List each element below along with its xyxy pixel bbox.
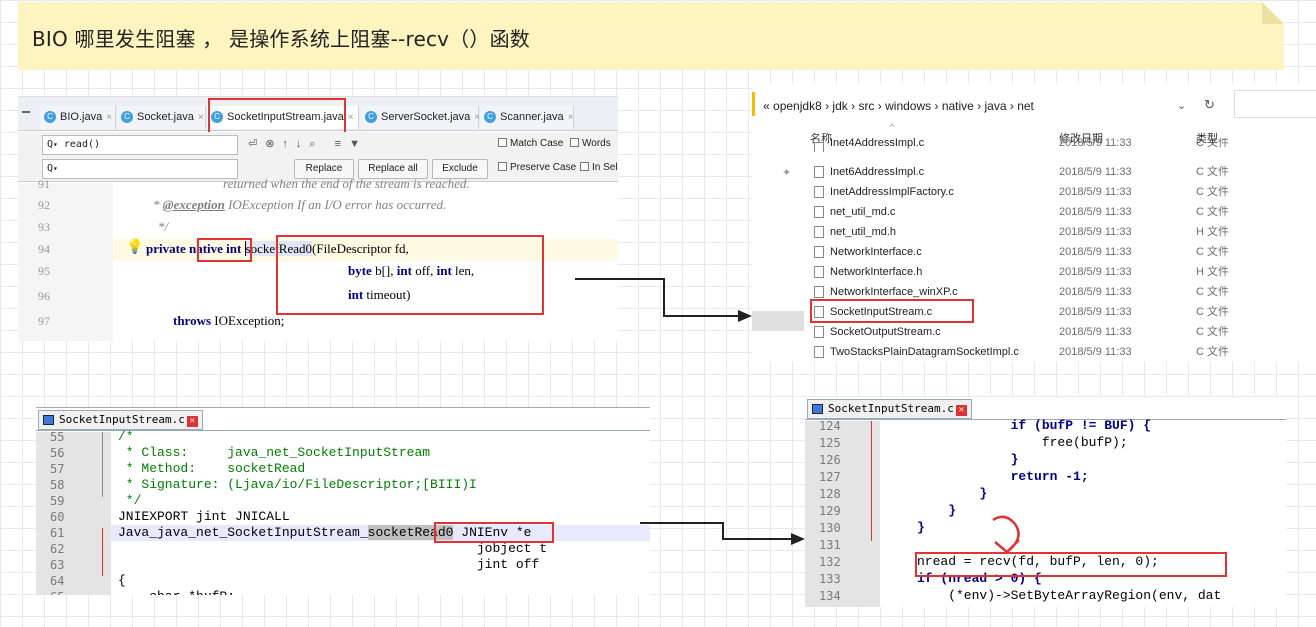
connector-arrows [575,278,805,545]
